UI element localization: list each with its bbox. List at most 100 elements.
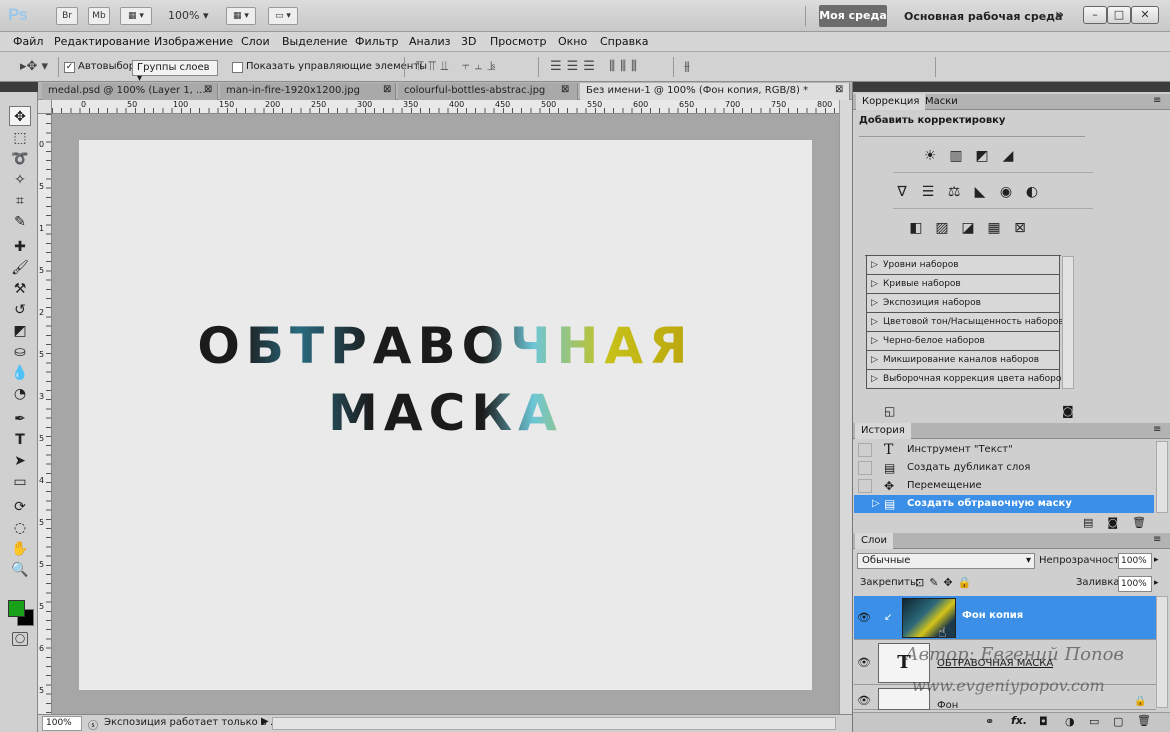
eye-icon[interactable]: 👁: [856, 611, 872, 625]
tab-layers[interactable]: Слои: [855, 533, 893, 549]
quick-selection-tool-icon[interactable]: ✧: [9, 170, 31, 190]
adjustment-layer-icon[interactable]: ◑: [1065, 715, 1075, 728]
new-group-icon[interactable]: ▭: [1089, 715, 1099, 728]
maximize-button[interactable]: □: [1107, 6, 1131, 24]
close-icon[interactable]: ⊠: [561, 84, 569, 95]
hand-tool-icon[interactable]: ✋: [9, 539, 31, 559]
paint-bucket-tool-icon[interactable]: ⛀: [9, 342, 31, 362]
preset-curves[interactable]: ▷ Кривые наборов: [866, 275, 1060, 294]
link-layers-icon[interactable]: ⚭: [985, 715, 994, 728]
panel-collapse-bar[interactable]: [0, 82, 38, 92]
history-item[interactable]: ✥ Перемещение: [854, 477, 1154, 495]
add-mask-icon[interactable]: ◘: [1039, 715, 1048, 728]
brightness-contrast-icon[interactable]: ☀: [919, 146, 941, 166]
dodge-tool-icon[interactable]: ◔: [9, 384, 31, 404]
show-controls-checkbox[interactable]: [232, 62, 243, 73]
menu-edit[interactable]: Редактирование: [54, 35, 150, 48]
fill-input[interactable]: 100%: [1118, 576, 1152, 592]
close-button[interactable]: ✕: [1131, 6, 1159, 24]
document-canvas[interactable]: ОБТРАВОЧНАЯ МАСКА: [79, 140, 812, 690]
zoom-level-menu[interactable]: 100% ▾: [168, 9, 208, 22]
view-extras-button[interactable]: ▦ ▾: [120, 7, 152, 25]
preset-levels[interactable]: ▷ Уровни наборов: [866, 256, 1060, 275]
panel-menu-icon[interactable]: ≡: [1153, 534, 1161, 545]
channel-mixer-icon[interactable]: ◐: [1021, 182, 1043, 202]
eraser-tool-icon[interactable]: ◩: [9, 321, 31, 341]
screen-mode-button[interactable]: ▭ ▾: [268, 7, 298, 25]
preset-black-white[interactable]: ▷ Черно-белое наборов: [866, 332, 1060, 351]
close-icon[interactable]: ⊠: [835, 84, 843, 95]
menu-file[interactable]: Файл: [13, 35, 43, 48]
eyedropper-tool-icon[interactable]: ✎: [9, 212, 31, 232]
layer-row-selected[interactable]: 👁 ↙ Фон копия: [854, 596, 1156, 640]
horizontal-scrollbar[interactable]: [272, 717, 836, 730]
close-icon[interactable]: ⊠: [383, 84, 391, 95]
pen-tool-icon[interactable]: ✒: [9, 409, 31, 429]
lock-buttons-icon[interactable]: ⊡✎✥🔒: [915, 576, 976, 589]
align-buttons-icon[interactable]: ⫪⫪⫫ ⫟⫠⫡: [416, 59, 500, 74]
workspace-my-environment[interactable]: Моя среда: [819, 5, 887, 27]
menu-layer[interactable]: Слои: [241, 35, 270, 48]
fx-icon[interactable]: fx.: [1011, 714, 1027, 727]
invert-icon[interactable]: ◧: [905, 218, 927, 238]
threshold-icon[interactable]: ◪: [957, 218, 979, 238]
minimize-button[interactable]: –: [1083, 6, 1107, 24]
quick-mask-icon[interactable]: ◯: [12, 632, 28, 646]
auto-align-icon[interactable]: ⫵: [684, 59, 690, 74]
marquee-tool-icon[interactable]: ⬚: [9, 128, 31, 148]
vertical-scrollbar[interactable]: [839, 100, 852, 714]
preset-channel-mixer[interactable]: ▷ Микширование каналов наборов: [866, 351, 1060, 370]
type-tool-icon[interactable]: T: [9, 430, 31, 450]
eye-icon[interactable]: 👁: [856, 694, 872, 708]
gradient-map-icon[interactable]: ▦: [983, 218, 1005, 238]
path-selection-tool-icon[interactable]: ➤: [9, 451, 31, 471]
panel-menu-icon[interactable]: ≡: [1153, 424, 1161, 435]
curves-icon[interactable]: ◩: [971, 146, 993, 166]
menu-select[interactable]: Выделение: [282, 35, 348, 48]
menu-view[interactable]: Просмотр: [490, 35, 546, 48]
move-tool-icon[interactable]: ✥: [9, 106, 31, 126]
more-workspaces-button[interactable]: »: [1055, 7, 1064, 23]
black-white-icon[interactable]: ◣: [969, 182, 991, 202]
color-balance-icon[interactable]: ⚖: [943, 182, 965, 202]
auto-select-dropdown[interactable]: Группы слоев ▾: [132, 60, 218, 84]
horizontal-ruler[interactable]: 0 50 100 150 200 250 300 350 400 450 500…: [52, 100, 839, 114]
auto-select-checkbox[interactable]: ✓: [64, 62, 75, 73]
opacity-slider-arrow[interactable]: ▸: [1154, 555, 1159, 565]
exposure-icon[interactable]: ◢: [997, 146, 1019, 166]
vibrance-icon[interactable]: ∇: [891, 182, 913, 202]
close-icon[interactable]: ⊠: [204, 84, 212, 95]
move-tool-preset-icon[interactable]: ▸✥ ▾: [20, 59, 48, 74]
crop-tool-icon[interactable]: ⌗: [9, 191, 31, 211]
status-menu-arrow[interactable]: ▶: [261, 716, 269, 727]
history-scrollbar[interactable]: [1156, 441, 1168, 513]
lasso-tool-icon[interactable]: ➰: [9, 149, 31, 169]
tab-masks[interactable]: Маски: [919, 94, 964, 110]
menu-image[interactable]: Изображение: [154, 35, 233, 48]
hue-saturation-icon[interactable]: ☰: [917, 182, 939, 202]
presets-scrollbar[interactable]: [1062, 256, 1074, 389]
tab-man-in-fire[interactable]: man-in-fire-1920x1200.jpg: [220, 83, 396, 100]
posterize-icon[interactable]: ▨: [931, 218, 953, 238]
menu-analysis[interactable]: Анализ: [409, 35, 451, 48]
arrange-documents-button[interactable]: ▦ ▾: [226, 7, 256, 25]
blend-mode-dropdown[interactable]: Обычные ▾: [857, 553, 1035, 569]
history-footer-icons[interactable]: ▤◙🗑: [1083, 516, 1160, 529]
opacity-input[interactable]: 100%: [1118, 553, 1152, 569]
menu-3d[interactable]: 3D: [461, 35, 476, 48]
menu-help[interactable]: Справка: [600, 35, 648, 48]
vertical-ruler[interactable]: 0 5 1 5 2 5 3 5 4 5 5 5 6 5: [38, 114, 52, 714]
tab-medal[interactable]: medal.psd @ 100% (Layer 1, ...: [42, 83, 218, 100]
brush-tool-icon[interactable]: 🖌: [9, 258, 31, 278]
panel-collapse-bar[interactable]: [853, 82, 1170, 92]
layers-scrollbar[interactable]: [1156, 596, 1168, 708]
adjustment-options-icon[interactable]: ◙: [1062, 404, 1074, 418]
status-zoom[interactable]: 100%: [42, 716, 82, 731]
eye-icon[interactable]: 👁: [856, 656, 872, 670]
tab-history[interactable]: История: [855, 423, 911, 439]
photo-filter-icon[interactable]: ◉: [995, 182, 1017, 202]
selective-color-icon[interactable]: ⊠: [1009, 218, 1031, 238]
menu-window[interactable]: Окно: [558, 35, 587, 48]
blur-tool-icon[interactable]: 💧: [9, 363, 31, 383]
preset-selective-color[interactable]: ▷ Выборочная коррекция цвета наборов: [866, 370, 1067, 389]
